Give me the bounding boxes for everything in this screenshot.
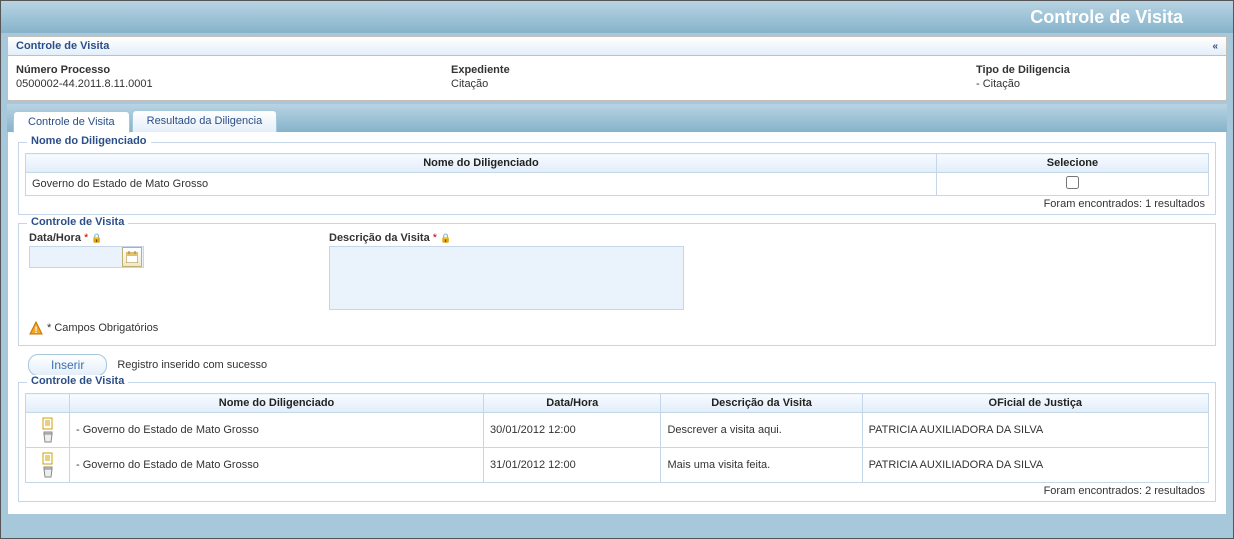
tab-controle-visita[interactable]: Controle de Visita xyxy=(13,111,130,133)
select-checkbox[interactable] xyxy=(1066,176,1079,189)
diligenciado-name-cell: Governo do Estado de Mato Grosso xyxy=(26,173,937,196)
lock-icon: 🔒 xyxy=(440,233,451,243)
diligenciado-fieldset: Nome do Diligenciado Nome do Diligenciad… xyxy=(18,142,1216,215)
warning-icon: ! xyxy=(29,321,43,335)
edit-icon[interactable] xyxy=(41,451,55,465)
desc-label: Descrição da Visita xyxy=(329,232,430,244)
svg-text:!: ! xyxy=(35,325,38,335)
officer-cell: PATRICIA AUXILIADORA DA SILVA xyxy=(862,413,1208,448)
diligencia-col: Tipo de Diligencia - Citação xyxy=(976,64,1218,90)
collapse-icon[interactable]: « xyxy=(1212,41,1218,52)
diligenciado-select-cell xyxy=(936,173,1208,196)
insert-button[interactable]: Inserir xyxy=(28,354,107,376)
actions-cell xyxy=(26,448,70,483)
tab-body: Nome do Diligenciado Nome do Diligenciad… xyxy=(7,132,1227,515)
date-field: Data/Hora * 🔒 xyxy=(29,232,299,313)
desc-textarea[interactable] xyxy=(329,246,684,310)
date-input-wrap xyxy=(29,246,144,268)
desc-cell: Descrever a visita aqui. xyxy=(661,413,862,448)
col-desc-header: Descrição da Visita xyxy=(661,394,862,413)
process-value: 0500002-44.2011.8.11.0001 xyxy=(16,78,451,90)
table-header-row: Nome do Diligenciado Selecione xyxy=(26,154,1209,173)
col-name-header: Nome do Diligenciado xyxy=(70,394,484,413)
diligenciado-table: Nome do Diligenciado Selecione Governo d… xyxy=(25,153,1209,196)
col-actions-header xyxy=(26,394,70,413)
success-message: Registro inserido com sucesso xyxy=(117,359,267,371)
main-panel-header: Controle de Visita « xyxy=(8,37,1226,56)
desc-cell: Mais uma visita feita. xyxy=(661,448,862,483)
visit-form-fieldset: Controle de Visita Data/Hora * 🔒 Descriç… xyxy=(18,223,1216,346)
visits-table: Nome do Diligenciado Data/Hora Descrição… xyxy=(25,393,1209,483)
delete-icon[interactable] xyxy=(41,465,55,479)
name-cell: - Governo do Estado de Mato Grosso xyxy=(70,448,484,483)
col-officer-header: OFicial de Justiça xyxy=(862,394,1208,413)
expediente-value: Citação xyxy=(451,78,976,90)
desc-field: Descrição da Visita * 🔒 xyxy=(329,232,684,313)
edit-icon[interactable] xyxy=(41,416,55,430)
table-row: - Governo do Estado de Mato Grosso 31/01… xyxy=(26,448,1209,483)
expediente-label: Expediente xyxy=(451,64,976,76)
table-row: Governo do Estado de Mato Grosso xyxy=(26,173,1209,196)
tab-resultado-diligencia[interactable]: Resultado da Diligencia xyxy=(132,110,278,132)
diligenciado-legend: Nome do Diligenciado xyxy=(27,135,151,147)
required-note: * Campos Obrigatórios xyxy=(47,322,158,334)
visits-fieldset: Controle de Visita Nome do Diligenciado … xyxy=(18,382,1216,502)
process-info-row: Número Processo 0500002-44.2011.8.11.000… xyxy=(8,56,1226,100)
actions-cell xyxy=(26,413,70,448)
diligenciado-results: Foram encontrados: 1 resultados xyxy=(25,196,1209,210)
visits-results: Foram encontrados: 2 resultados xyxy=(25,483,1209,497)
col-date-header: Data/Hora xyxy=(484,394,661,413)
date-cell: 31/01/2012 12:00 xyxy=(484,448,661,483)
officer-cell: PATRICIA AUXILIADORA DA SILVA xyxy=(862,448,1208,483)
expediente-col: Expediente Citação xyxy=(451,64,976,90)
date-input[interactable] xyxy=(30,247,122,267)
form-row: Data/Hora * 🔒 Descrição da Visita * 🔒 xyxy=(25,230,1209,315)
date-label: Data/Hora xyxy=(29,232,81,244)
calendar-icon[interactable] xyxy=(122,247,142,267)
col-select-header: Selecione xyxy=(936,154,1208,173)
page-title: Controle de Visita xyxy=(1030,7,1183,28)
table-row: - Governo do Estado de Mato Grosso 30/01… xyxy=(26,413,1209,448)
col-name-header: Nome do Diligenciado xyxy=(26,154,937,173)
main-panel: Controle de Visita « Número Processo 050… xyxy=(7,36,1227,101)
app-header: Controle de Visita xyxy=(1,1,1233,33)
process-col: Número Processo 0500002-44.2011.8.11.000… xyxy=(16,64,451,90)
process-label: Número Processo xyxy=(16,64,451,76)
diligencia-value: - Citação xyxy=(976,78,1218,90)
delete-icon[interactable] xyxy=(41,430,55,444)
name-cell: - Governo do Estado de Mato Grosso xyxy=(70,413,484,448)
tabs-strip: Controle de Visita Resultado da Diligenc… xyxy=(7,104,1227,132)
lock-icon: 🔒 xyxy=(91,233,102,243)
visit-form-legend: Controle de Visita xyxy=(27,216,128,228)
insert-row: Inserir Registro inserido com sucesso xyxy=(28,354,1216,376)
main-panel-title: Controle de Visita xyxy=(16,40,109,52)
table-header-row: Nome do Diligenciado Data/Hora Descrição… xyxy=(26,394,1209,413)
date-cell: 30/01/2012 12:00 xyxy=(484,413,661,448)
visits-legend: Controle de Visita xyxy=(27,375,128,387)
diligencia-label: Tipo de Diligencia xyxy=(976,64,1218,76)
required-note-row: ! * Campos Obrigatórios xyxy=(25,315,1209,337)
